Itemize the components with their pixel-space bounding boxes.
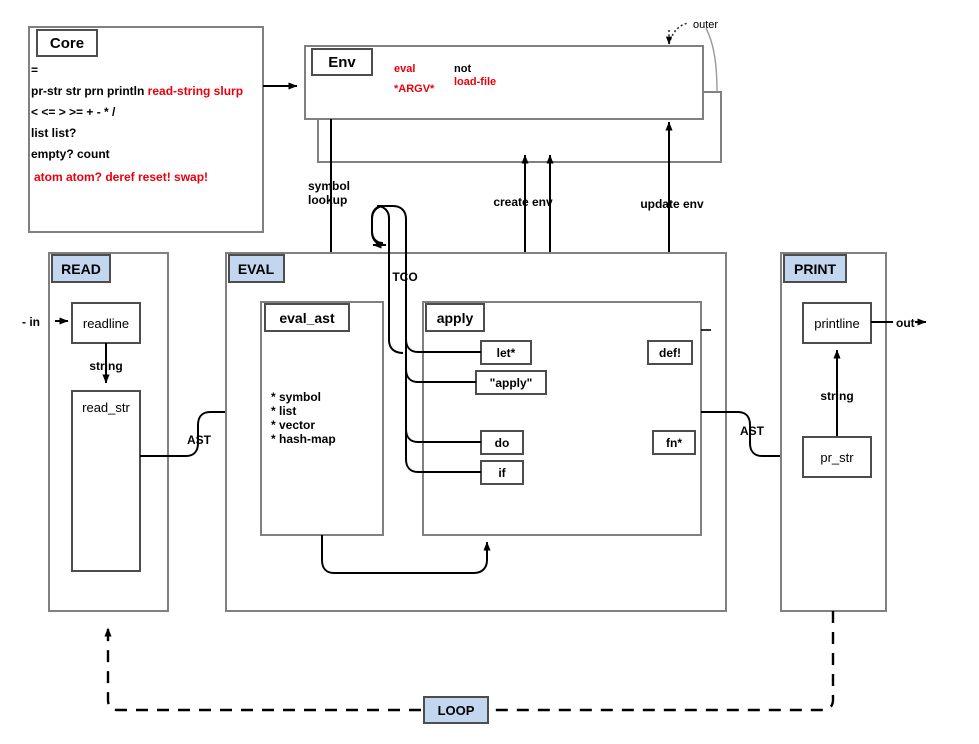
printline-label: printline (814, 316, 860, 331)
out-label: out (896, 316, 915, 330)
if-label: if (498, 466, 506, 480)
core-line-5: atom atom? deref reset! swap! (34, 170, 208, 184)
pr-str-label: pr_str (820, 450, 854, 465)
core-module: Core = pr-str str prn println read-strin… (28, 26, 264, 233)
outer-label: outer (693, 19, 718, 31)
core-line-2: < <= > >= + - * / (31, 105, 116, 119)
loop-dashed-left (104, 627, 421, 712)
read-module: READ readline string read_str (48, 252, 169, 612)
print-module: PRINT printline string pr_str (780, 252, 887, 612)
create-env-label: create env (493, 195, 553, 209)
env-symbol-eval: eval (394, 63, 415, 75)
let-label: let* (497, 346, 516, 360)
apply-form-label: "apply" (490, 376, 533, 390)
readline-label: readline (83, 316, 129, 331)
env-module: Env eval *ARGV* not load-file (304, 45, 704, 120)
loop-dashed-right (492, 611, 835, 712)
eval-ast-item-3: * hash-map (271, 432, 336, 446)
architecture-diagram: Core = pr-str str prn println read-strin… (22, 19, 927, 724)
eval-ast-title: eval_ast (279, 310, 335, 326)
outer-curve-right (705, 27, 718, 93)
eval-ast-item-1: * list (271, 404, 296, 418)
read-string-label: string (89, 359, 122, 373)
env-symbol-argv: *ARGV* (394, 83, 435, 95)
core-title: Core (50, 35, 84, 52)
symbol-lookup-label-2: lookup (308, 193, 347, 207)
env-symbol-not: not (454, 63, 471, 75)
apply-title: apply (437, 310, 474, 326)
diagram-canvas: Core = pr-str str prn println read-strin… (0, 0, 979, 744)
env-symbol-load-file: load-file (454, 76, 496, 88)
eval-title: EVAL (238, 261, 275, 277)
read-ast-label: AST (187, 433, 212, 447)
fn-label: fn* (666, 436, 682, 450)
outer-curve-left (668, 22, 689, 45)
eval-ast-label: AST (740, 424, 765, 438)
eval-module: EVAL eval_ast * symbol * list * vector *… (225, 252, 727, 612)
print-string-label: string (820, 389, 853, 403)
def-label: def! (659, 346, 681, 360)
read-str-label: read_str (82, 400, 130, 415)
eval-ast-item-0: * symbol (271, 390, 321, 404)
loop-label: LOOP (438, 703, 475, 718)
read-title: READ (61, 261, 101, 277)
do-label: do (495, 436, 510, 450)
symbol-lookup-label-1: symbol (308, 179, 350, 193)
apply-box (422, 301, 702, 536)
core-line-4: empty? count (31, 147, 110, 161)
core-line-1: pr-str str prn println read-string slurp (31, 84, 243, 98)
eval-ast-item-2: * vector (271, 418, 315, 432)
core-line-0: = (31, 63, 38, 77)
print-title: PRINT (794, 261, 836, 277)
loop-connector: LOOP (104, 611, 835, 724)
env-title: Env (328, 54, 356, 71)
in-label: - in (22, 315, 40, 329)
update-env-label: update env (640, 197, 704, 211)
core-line-3: list list? (31, 126, 76, 140)
read-str-box (71, 390, 141, 572)
tco-label: TCO (392, 270, 417, 284)
